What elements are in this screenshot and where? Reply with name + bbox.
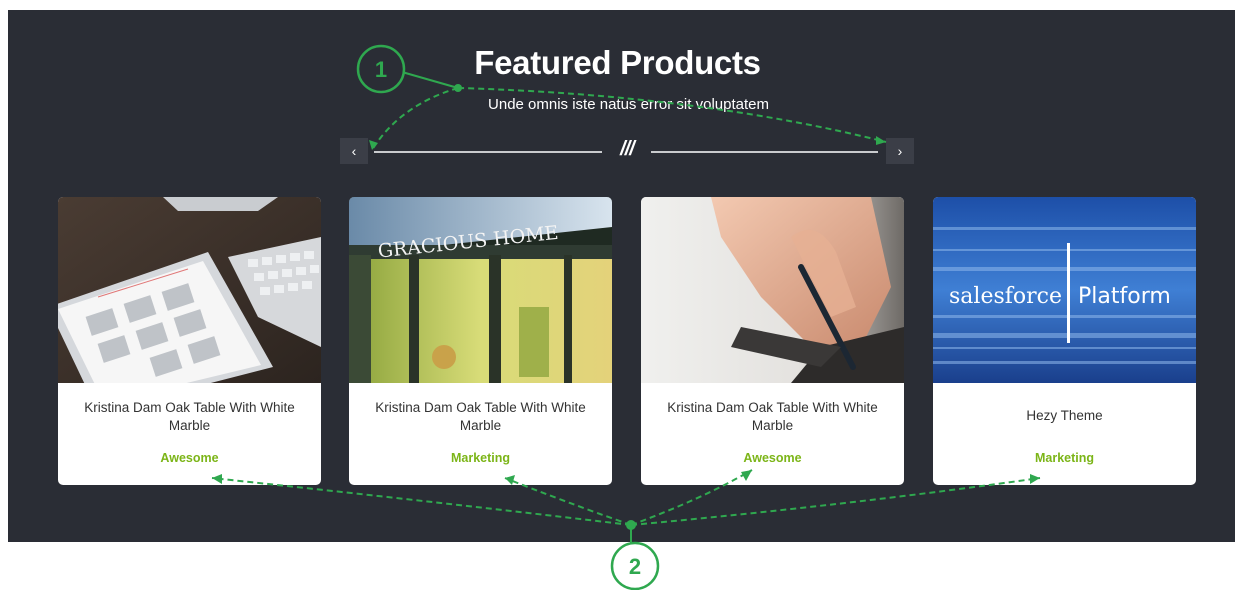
annotation-badge-2-label: 2 bbox=[629, 554, 641, 579]
annotation-overlay: 1 2 bbox=[211, 44, 1041, 590]
annotation-badge-1-label: 1 bbox=[375, 57, 387, 82]
